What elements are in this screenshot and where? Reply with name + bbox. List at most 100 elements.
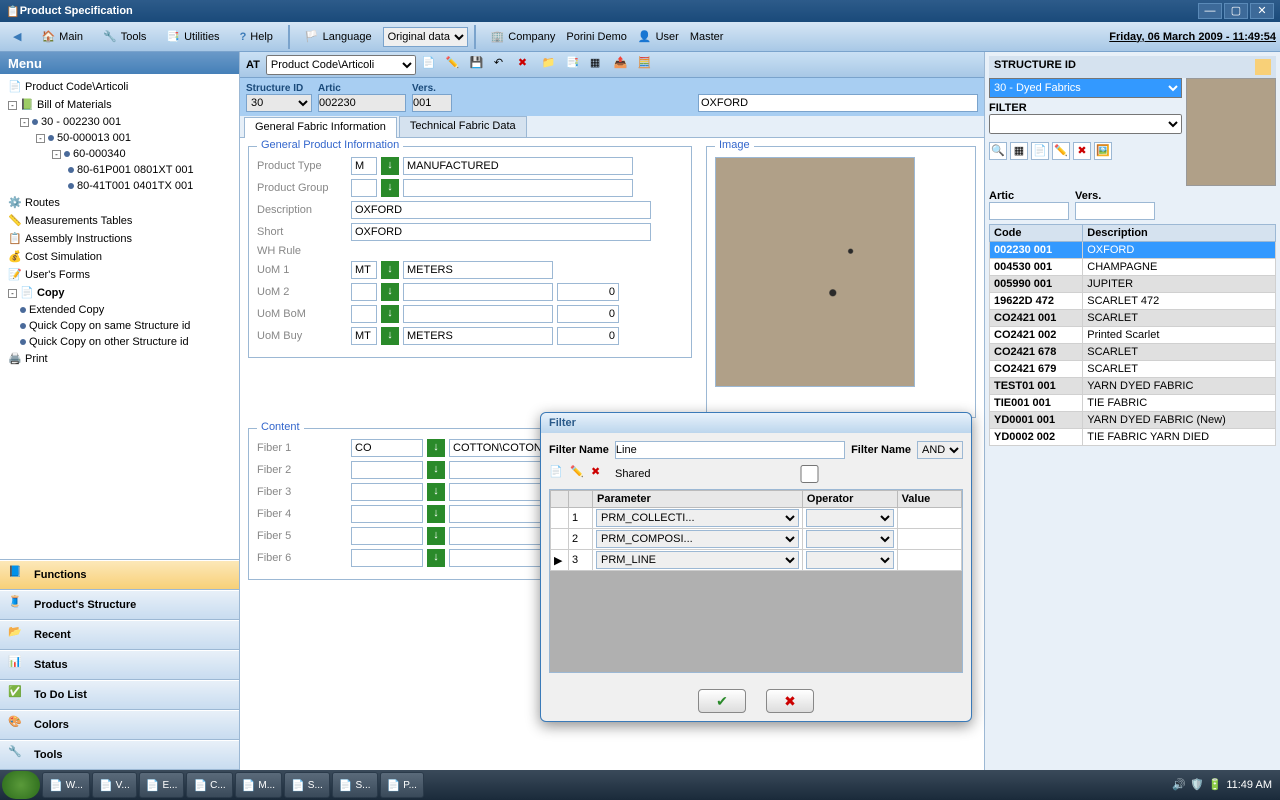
dialog-cancel-button[interactable]: ✖ [766, 689, 814, 713]
folder-icon[interactable]: 📁 [542, 56, 560, 74]
uombuy-qty[interactable] [557, 327, 619, 345]
taskbar-item[interactable]: 📄P... [380, 772, 424, 798]
rp-struct-select[interactable]: 30 - Dyed Fabrics [989, 78, 1182, 98]
table-row[interactable]: CO2421 001SCARLET [990, 310, 1276, 327]
main-button[interactable]: 🏠Main [32, 26, 92, 47]
undo-icon[interactable]: ↶ [494, 56, 512, 74]
table-row[interactable]: CO2421 679SCARLET [990, 361, 1276, 378]
struct-id-select[interactable]: 30 [246, 94, 312, 112]
tree-product-code[interactable]: 📄Product Code\Articoli [4, 78, 235, 96]
uom1-lookup-icon[interactable]: ↓ [381, 261, 399, 279]
edit-icon[interactable]: ✏️ [446, 56, 464, 74]
ptype-lookup-icon[interactable]: ↓ [381, 157, 399, 175]
fiber5-input[interactable] [351, 527, 423, 545]
tree-routes[interactable]: ⚙️Routes [4, 194, 235, 212]
tree-bom[interactable]: -📗Bill of Materials [4, 96, 235, 114]
stack-status[interactable]: 📊Status [0, 650, 239, 680]
back-button[interactable]: ◀ [4, 26, 30, 47]
tree-copy[interactable]: -📄Copy [4, 284, 235, 302]
taskbar-item[interactable]: 📄E... [139, 772, 185, 798]
table-row[interactable]: TEST01 001YARN DYED FABRIC [990, 378, 1276, 395]
uom2-qty[interactable] [557, 283, 619, 301]
stack-recent[interactable]: 📂Recent [0, 620, 239, 650]
table-row[interactable]: CO2421 678SCARLET [990, 344, 1276, 361]
fiber4-lookup-icon[interactable]: ↓ [427, 505, 445, 523]
stack-functions[interactable]: 📘Functions [0, 560, 239, 590]
filter-row[interactable]: 2PRM_COMPOSI... [551, 529, 962, 550]
filter-grid[interactable]: ParameterOperatorValue 1PRM_COLLECTI...2… [549, 489, 963, 673]
tools-button[interactable]: 🔧Tools [94, 26, 155, 47]
vers-input[interactable] [412, 94, 452, 112]
artic-input[interactable] [318, 94, 406, 112]
fiber1-lookup-icon[interactable]: ↓ [427, 439, 445, 457]
taskbar-item[interactable]: 📄M... [235, 772, 282, 798]
maximize-button[interactable]: ▢ [1224, 3, 1248, 19]
short-input[interactable] [351, 223, 651, 241]
tree-30[interactable]: -30 - 002230 001 [4, 114, 235, 130]
close-button[interactable]: ✕ [1250, 3, 1274, 19]
rp-vers-input[interactable] [1075, 202, 1155, 220]
table-row[interactable]: 19622D 472SCARLET 472 [990, 293, 1276, 310]
calc-icon[interactable]: 🧮 [638, 56, 656, 74]
table-row[interactable]: TIE001 001TIE FABRIC [990, 395, 1276, 412]
at-path-select[interactable]: Product Code\Articoli [266, 55, 416, 75]
fiber6-input[interactable] [351, 549, 423, 567]
stack-structure[interactable]: 🧵Product's Structure [0, 590, 239, 620]
dlg-new-icon[interactable]: 📄 [549, 465, 567, 483]
fiber3-lookup-icon[interactable]: ↓ [427, 483, 445, 501]
table-row[interactable]: 002230 001OXFORD [990, 242, 1276, 259]
fiber2-input[interactable] [351, 461, 423, 479]
tree-50[interactable]: -50-000013 001 [4, 130, 235, 146]
dlg-delete-icon[interactable]: ✖ [591, 465, 609, 483]
filter-row[interactable]: ▶3PRM_LINE [551, 550, 962, 571]
rp-img-icon[interactable]: 🖼️ [1094, 142, 1112, 160]
uombom-lookup-icon[interactable]: ↓ [381, 305, 399, 323]
product-name-input[interactable] [698, 94, 978, 112]
table-row[interactable]: YD0001 001YARN DYED FABRIC (New) [990, 412, 1276, 429]
rp-find-icon[interactable]: 🔍 [989, 142, 1007, 160]
taskbar-item[interactable]: 📄V... [92, 772, 137, 798]
taskbar-item[interactable]: 📄S... [284, 772, 330, 798]
rp-new-icon[interactable]: 📄 [1031, 142, 1049, 160]
save-icon[interactable]: 💾 [470, 56, 488, 74]
rp-grid[interactable]: CodeDescription 002230 001OXFORD004530 0… [989, 224, 1276, 766]
rp-grid-icon[interactable]: ▦ [1010, 142, 1028, 160]
fiber4-input[interactable] [351, 505, 423, 523]
copy-icon[interactable]: 📑 [566, 56, 584, 74]
uombuy-lookup-icon[interactable]: ↓ [381, 327, 399, 345]
tree-80b[interactable]: 80-41T001 0401TX 001 [4, 178, 235, 194]
tray-icon[interactable]: 🛡️ [1190, 778, 1204, 792]
utilities-button[interactable]: 📑Utilities [157, 26, 228, 47]
taskbar-item[interactable]: 📄S... [332, 772, 378, 798]
table-row[interactable]: YD0002 002TIE FABRIC YARN DIED [990, 429, 1276, 446]
filter-row[interactable]: 1PRM_COLLECTI... [551, 508, 962, 529]
uombuy-input[interactable] [351, 327, 377, 345]
tray-icon[interactable]: 🔋 [1208, 778, 1222, 792]
tab-technical[interactable]: Technical Fabric Data [399, 116, 527, 137]
tree-forms[interactable]: 📝User's Forms [4, 266, 235, 284]
tree-qc-other[interactable]: Quick Copy on other Structure id [4, 334, 235, 350]
tree-qc-same[interactable]: Quick Copy on same Structure id [4, 318, 235, 334]
stack-tools[interactable]: 🔧Tools [0, 740, 239, 770]
tree-ext-copy[interactable]: Extended Copy [4, 302, 235, 318]
uom1-input[interactable] [351, 261, 377, 279]
fiber1-input[interactable] [351, 439, 423, 457]
table-row[interactable]: CO2421 002Printed Scarlet [990, 327, 1276, 344]
filter-name-input[interactable] [615, 441, 845, 459]
rp-filter-select[interactable] [989, 114, 1182, 134]
language-select[interactable]: Original data [383, 27, 468, 47]
uombom-qty[interactable] [557, 305, 619, 323]
grid-icon[interactable]: ▦ [590, 56, 608, 74]
uom2-input[interactable] [351, 283, 377, 301]
fiber6-lookup-icon[interactable]: ↓ [427, 549, 445, 567]
fiber3-input[interactable] [351, 483, 423, 501]
export-icon[interactable]: 📤 [614, 56, 632, 74]
taskbar-item[interactable]: 📄C... [186, 772, 232, 798]
table-row[interactable]: 004530 001CHAMPAGNE [990, 259, 1276, 276]
table-row[interactable]: 005990 001JUPITER [990, 276, 1276, 293]
pgroup-input[interactable] [351, 179, 377, 197]
ptype-input[interactable] [351, 157, 377, 175]
help-button[interactable]: ?Help [231, 27, 282, 47]
rp-artic-input[interactable] [989, 202, 1069, 220]
filter-logic-select[interactable]: AND [917, 441, 963, 459]
